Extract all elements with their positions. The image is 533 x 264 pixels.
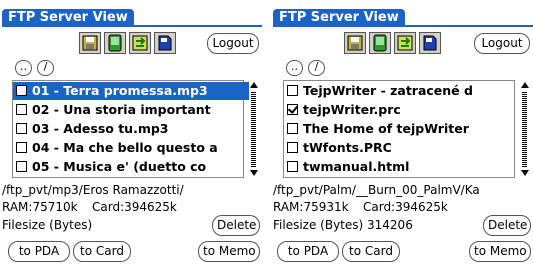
delete-button[interactable]: Delete [212, 215, 260, 236]
card-readout: Card:394625k [363, 200, 448, 214]
file-name: twmanual.html [303, 159, 410, 174]
root-directory-button[interactable]: / [37, 60, 54, 76]
title-underline [273, 25, 533, 27]
logout-button[interactable]: Logout [207, 33, 259, 54]
scroll-thumb[interactable] [251, 91, 256, 167]
to-memo-button[interactable]: to Memo [469, 241, 531, 262]
file-checkbox[interactable] [287, 161, 298, 172]
file-name: The Home of tejpWriter [303, 121, 469, 136]
file-name: 04 - Ma che bello questo a [32, 140, 218, 155]
current-path: /ftp_pvt/Palm/__Burn_00_PalmV/Ka [273, 183, 480, 197]
save-disk-icon[interactable] [79, 32, 101, 54]
file-list: TejpWriter - zatracené d tejpWriter.prc … [283, 80, 515, 178]
scroll-up-arrow-icon[interactable] [250, 82, 258, 88]
file-checkbox[interactable] [16, 85, 27, 96]
scrollbar[interactable] [520, 82, 529, 176]
card-readout: Card:394625k [92, 200, 177, 214]
blue-card-icon[interactable] [154, 32, 176, 54]
file-checkbox[interactable] [287, 123, 298, 134]
list-item[interactable]: tWfonts.PRC [284, 139, 520, 157]
file-checkbox[interactable] [16, 142, 27, 153]
filesize-readout: Filesize (Bytes) [2, 218, 93, 232]
file-checkbox[interactable] [287, 142, 298, 153]
list-item[interactable]: The Home of tejpWriter [284, 120, 520, 138]
file-name: tWfonts.PRC [303, 140, 392, 155]
file-name: tejpWriter.prc [303, 102, 401, 117]
scroll-down-arrow-icon[interactable] [250, 170, 258, 176]
up-directory-button[interactable]: .. [286, 60, 303, 76]
scrollbar[interactable] [249, 82, 258, 176]
file-name: 02 - Una storia important [32, 102, 211, 117]
scroll-down-arrow-icon[interactable] [521, 170, 529, 176]
green-device-icon[interactable] [104, 32, 126, 54]
list-item[interactable]: tejpWriter.prc [284, 101, 520, 119]
title-underline [2, 25, 262, 27]
file-checkbox[interactable] [16, 161, 27, 172]
to-pda-button[interactable]: to PDA [277, 241, 339, 262]
green-device-icon[interactable] [369, 32, 391, 54]
root-directory-button[interactable]: / [308, 60, 325, 76]
list-item[interactable]: 02 - Una storia important [13, 101, 249, 119]
scroll-up-arrow-icon[interactable] [521, 82, 529, 88]
ram-readout: RAM:75710k [2, 200, 78, 214]
file-name: 01 - Terra promessa.mp3 [32, 83, 208, 98]
left-screen: FTP Server View Logout .. / 01 - Terra p… [0, 0, 262, 264]
file-name: 03 - Adesso tu.mp3 [32, 121, 169, 136]
list-item[interactable]: 04 - Ma che bello questo a [13, 139, 249, 157]
current-path: /ftp_pvt/mp3/Eros Ramazzotti/ [2, 183, 184, 197]
green-transfer-icon[interactable] [129, 32, 151, 54]
green-transfer-icon[interactable] [394, 32, 416, 54]
delete-button[interactable]: Delete [483, 215, 531, 236]
file-name: 05 - Musica e' (duetto co [32, 159, 207, 174]
list-item[interactable]: TejpWriter - zatracené d [284, 82, 520, 100]
to-card-button[interactable]: to Card [342, 241, 400, 262]
logout-button[interactable]: Logout [474, 33, 530, 54]
list-item[interactable]: twmanual.html [284, 158, 520, 176]
list-item[interactable]: 03 - Adesso tu.mp3 [13, 120, 249, 138]
list-item[interactable]: 01 - Terra promessa.mp3 [13, 82, 249, 100]
up-directory-button[interactable]: .. [15, 60, 32, 76]
ram-readout: RAM:75931k [273, 200, 349, 214]
list-item[interactable]: 05 - Musica e' (duetto co [13, 158, 249, 176]
blue-card-icon[interactable] [419, 32, 441, 54]
title-bar: FTP Server View [273, 9, 533, 27]
right-screen: FTP Server View Logout .. / TejpWriter -… [271, 0, 533, 264]
file-checkbox[interactable] [16, 123, 27, 134]
save-disk-icon[interactable] [344, 32, 366, 54]
to-card-button[interactable]: to Card [73, 241, 131, 262]
to-pda-button[interactable]: to PDA [8, 241, 70, 262]
title-bar: FTP Server View [2, 9, 262, 27]
filesize-readout: Filesize (Bytes) 314206 [273, 218, 413, 232]
to-memo-button[interactable]: to Memo [198, 241, 260, 262]
file-list: 01 - Terra promessa.mp3 02 - Una storia … [12, 80, 249, 178]
scroll-thumb[interactable] [522, 91, 527, 167]
file-name: TejpWriter - zatracené d [303, 83, 473, 98]
file-checkbox[interactable] [287, 85, 298, 96]
file-checkbox-checked[interactable] [287, 104, 298, 115]
file-checkbox[interactable] [16, 104, 27, 115]
